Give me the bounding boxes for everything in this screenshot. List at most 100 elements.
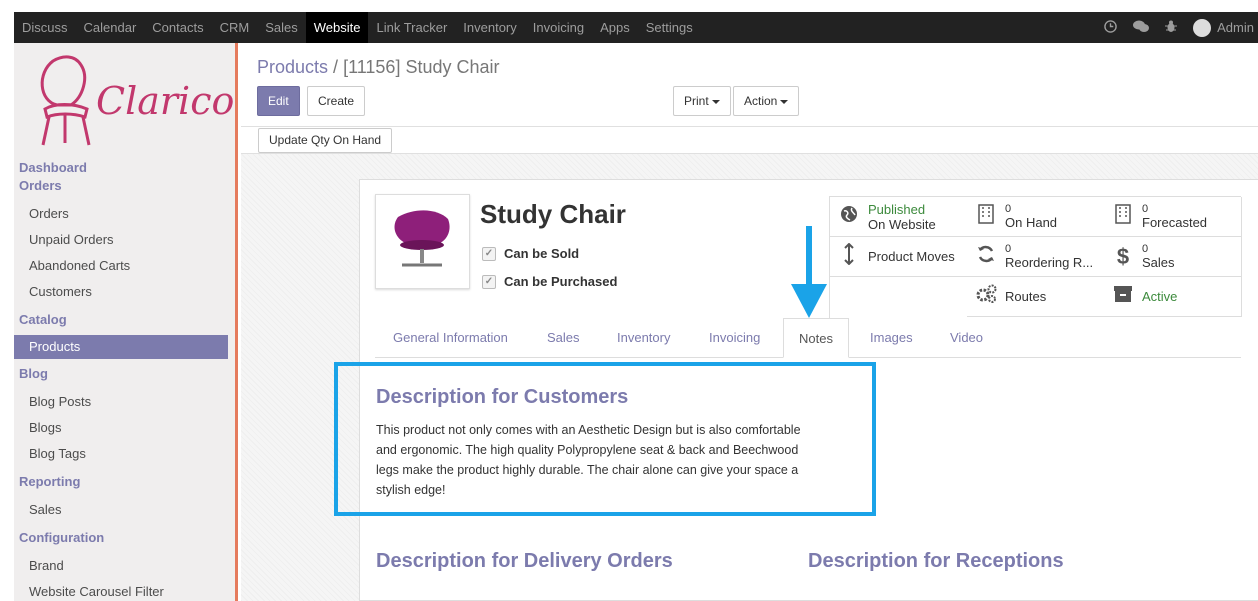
sales-label: Sales bbox=[1142, 254, 1175, 270]
archive-icon bbox=[1112, 285, 1134, 308]
tab-invoicing[interactable]: Invoicing bbox=[709, 318, 760, 358]
sidebar-item-blog-posts[interactable]: Blog Posts bbox=[14, 389, 235, 415]
product-image[interactable] bbox=[375, 194, 470, 289]
menu-inventory[interactable]: Inventory bbox=[455, 12, 524, 43]
company-logo[interactable]: Clarico bbox=[24, 53, 234, 148]
bug-icon[interactable] bbox=[1165, 20, 1178, 36]
sidebar-item-abandoned-carts[interactable]: Abandoned Carts bbox=[14, 253, 235, 279]
tab-sales[interactable]: Sales bbox=[547, 318, 580, 358]
action-button[interactable]: Action bbox=[733, 86, 800, 116]
routes-button[interactable]: Routes bbox=[967, 277, 1105, 317]
chat-icon[interactable] bbox=[1133, 20, 1150, 36]
published-label: Published bbox=[868, 201, 926, 217]
menu-contacts[interactable]: Contacts bbox=[144, 12, 211, 43]
sidebar-item-brand[interactable]: Brand bbox=[14, 553, 235, 579]
reordering-button[interactable]: 0 Reordering R... bbox=[967, 237, 1105, 277]
tab-video[interactable]: Video bbox=[950, 318, 983, 358]
tab-notes[interactable]: Notes bbox=[783, 318, 849, 358]
product-moves-button[interactable]: Product Moves bbox=[830, 237, 968, 277]
sidebar-header-dashboard[interactable]: Dashboard bbox=[14, 159, 235, 177]
user-menu[interactable]: Admin bbox=[1193, 18, 1254, 37]
print-button[interactable]: Print bbox=[673, 86, 731, 116]
dollar-icon: $ bbox=[1116, 243, 1130, 269]
sidebar-header-configuration[interactable]: Configuration bbox=[14, 529, 235, 547]
published-button[interactable]: Published On Website bbox=[830, 197, 968, 237]
menu-invoicing[interactable]: Invoicing bbox=[525, 12, 592, 43]
sidebar: Clarico Dashboard Orders Orders Unpaid O… bbox=[14, 43, 238, 601]
sidebar-item-blog-tags[interactable]: Blog Tags bbox=[14, 441, 235, 467]
building-icon bbox=[1112, 204, 1134, 229]
status-bar: Update Qty On Hand bbox=[241, 126, 1258, 154]
sidebar-header-reporting[interactable]: Reporting bbox=[14, 473, 235, 491]
can-be-sold-row: ✓ Can be Sold bbox=[482, 246, 579, 261]
control-panel: Products / [11156] Study Chair Edit Crea… bbox=[241, 43, 1258, 154]
breadcrumb-separator: / bbox=[328, 57, 344, 77]
forecasted-count: 0 bbox=[1142, 202, 1149, 215]
sales-count: 0 bbox=[1142, 242, 1149, 255]
create-button[interactable]: Create bbox=[307, 86, 366, 116]
product-title[interactable]: Study Chair bbox=[480, 199, 626, 230]
user-name: Admin bbox=[1217, 20, 1254, 35]
logo-text: Clarico bbox=[96, 79, 235, 123]
menu-calendar[interactable]: Calendar bbox=[76, 12, 145, 43]
systray: Admin bbox=[1104, 18, 1258, 37]
sidebar-item-sales[interactable]: Sales bbox=[14, 497, 235, 523]
menu-sales[interactable]: Sales bbox=[257, 12, 306, 43]
menu-website[interactable]: Website bbox=[305, 12, 369, 43]
sidebar-header-catalog[interactable]: Catalog bbox=[14, 311, 235, 329]
reordering-count: 0 bbox=[1005, 242, 1012, 255]
sidebar-item-website-carousel-filter[interactable]: Website Carousel Filter bbox=[14, 579, 235, 601]
on-hand-button[interactable]: 0 On Hand bbox=[967, 197, 1105, 237]
breadcrumb-current: [11156] Study Chair bbox=[343, 57, 500, 77]
sidebar-item-orders[interactable]: Orders bbox=[14, 201, 235, 227]
published-sublabel: On Website bbox=[868, 216, 936, 232]
clock-icon[interactable] bbox=[1104, 19, 1117, 36]
on-hand-label: On Hand bbox=[1005, 214, 1058, 230]
edit-button[interactable]: Edit bbox=[257, 86, 300, 116]
print-label: Print bbox=[684, 94, 709, 108]
refresh-icon bbox=[975, 244, 997, 269]
can-be-purchased-label: Can be Purchased bbox=[504, 274, 618, 289]
menu-crm[interactable]: CRM bbox=[212, 12, 258, 43]
sidebar-header-blog[interactable]: Blog bbox=[14, 365, 235, 383]
highlight-box bbox=[334, 362, 876, 516]
arrows-vertical-icon bbox=[838, 242, 860, 270]
top-navbar: Discuss Calendar Contacts CRM Sales Webs… bbox=[14, 12, 1258, 43]
update-qty-button[interactable]: Update Qty On Hand bbox=[258, 128, 393, 153]
building-icon bbox=[975, 204, 997, 229]
sidebar-nav: Dashboard Orders Orders Unpaid Orders Ab… bbox=[14, 159, 235, 601]
sidebar-item-customers[interactable]: Customers bbox=[14, 279, 235, 305]
breadcrumb: Products / [11156] Study Chair bbox=[257, 57, 500, 78]
sidebar-item-products[interactable]: Products bbox=[14, 335, 228, 359]
menu-apps[interactable]: Apps bbox=[592, 12, 638, 43]
sidebar-item-unpaid-orders[interactable]: Unpaid Orders bbox=[14, 227, 235, 253]
forecasted-button[interactable]: 0 Forecasted bbox=[1104, 197, 1242, 237]
menu-link-tracker[interactable]: Link Tracker bbox=[368, 12, 455, 43]
active-button[interactable]: Active bbox=[1104, 277, 1242, 317]
active-label: Active bbox=[1142, 289, 1178, 304]
menu-settings[interactable]: Settings bbox=[638, 12, 701, 43]
tab-inventory[interactable]: Inventory bbox=[617, 318, 670, 358]
tab-images[interactable]: Images bbox=[870, 318, 913, 358]
routes-label: Routes bbox=[1005, 289, 1047, 304]
cogs-icon bbox=[975, 284, 997, 309]
sidebar-item-blogs[interactable]: Blogs bbox=[14, 415, 235, 441]
breadcrumb-products-link[interactable]: Products bbox=[257, 57, 328, 77]
product-moves-label: Product Moves bbox=[868, 249, 955, 264]
app-menu: Discuss Calendar Contacts CRM Sales Webs… bbox=[14, 12, 701, 43]
can-be-purchased-row: ✓ Can be Purchased bbox=[482, 274, 617, 289]
sales-button[interactable]: $ 0 Sales bbox=[1104, 237, 1242, 277]
notebook-tabs: General Information Sales Inventory Invo… bbox=[375, 318, 1241, 358]
chair-image-icon bbox=[394, 210, 450, 267]
can-be-purchased-checkbox[interactable]: ✓ bbox=[482, 274, 496, 289]
menu-discuss[interactable]: Discuss bbox=[14, 12, 76, 43]
on-hand-count: 0 bbox=[1005, 202, 1012, 215]
sidebar-header-orders[interactable]: Orders bbox=[14, 177, 235, 195]
tab-general-information[interactable]: General Information bbox=[393, 318, 508, 358]
receptions-heading: Description for Receptions bbox=[808, 550, 1064, 572]
forecasted-label: Forecasted bbox=[1142, 214, 1208, 230]
chevron-down-icon bbox=[711, 99, 720, 104]
empty-cell bbox=[830, 277, 968, 317]
can-be-sold-checkbox[interactable]: ✓ bbox=[482, 246, 496, 261]
chevron-down-icon bbox=[780, 99, 789, 104]
